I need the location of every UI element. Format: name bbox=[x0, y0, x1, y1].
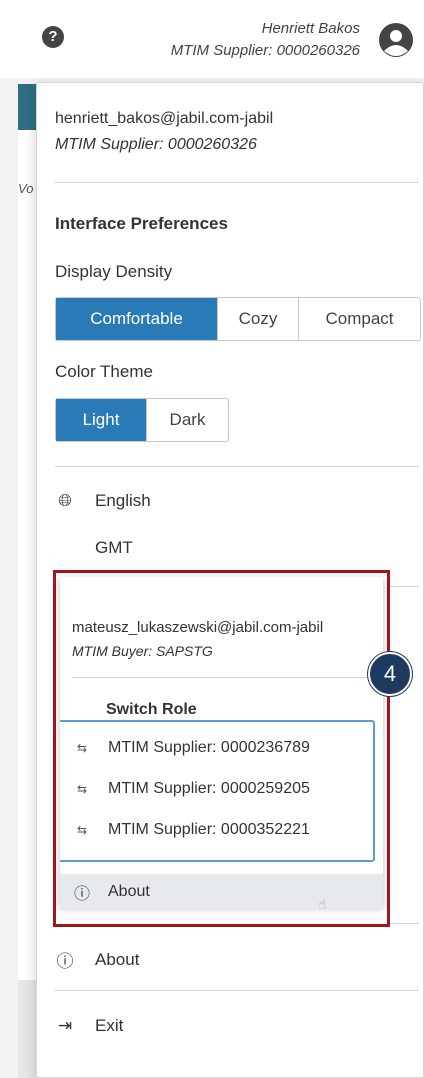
globe-icon: 🌐︎ bbox=[58, 491, 72, 510]
switch-role-heading: Switch Role bbox=[106, 701, 197, 718]
swap-icon: ⇆ bbox=[76, 741, 88, 755]
user-circle-icon[interactable] bbox=[378, 22, 414, 58]
display-density-selector: Comfortable Cozy Compact bbox=[55, 297, 421, 341]
switch-role-list: ⇆ MTIM Supplier: 0000236789 ⇆ MTIM Suppl… bbox=[60, 720, 375, 862]
color-theme-selector: Light Dark bbox=[55, 398, 229, 442]
divider bbox=[72, 677, 372, 678]
interface-preferences-heading: Interface Preferences bbox=[55, 214, 228, 233]
density-compact-button[interactable]: Compact bbox=[299, 298, 420, 340]
mouse-cursor-icon: ☝ bbox=[318, 896, 327, 912]
step-number-badge: 4 bbox=[368, 652, 412, 696]
density-cozy-button[interactable]: Cozy bbox=[218, 298, 299, 340]
sign-out-icon: ⇥ bbox=[57, 1016, 73, 1035]
header-user-role[interactable]: MTIM Supplier: 0000260326 bbox=[171, 42, 360, 59]
switch-role-item[interactable]: ⇆ MTIM Supplier: 0000352221 bbox=[72, 821, 310, 839]
obscured-text: Vo bbox=[18, 181, 34, 196]
divider bbox=[55, 182, 419, 183]
info-circle-icon: ⓘ bbox=[56, 952, 74, 971]
color-theme-label: Color Theme bbox=[55, 362, 153, 381]
exit-label: Exit bbox=[95, 1016, 124, 1035]
divider bbox=[55, 466, 419, 467]
switch-role-item[interactable]: ⇆ MTIM Supplier: 0000236789 bbox=[72, 739, 310, 757]
inset-user-role: MTIM Buyer: SAPSTG bbox=[72, 643, 213, 659]
about-label: About bbox=[95, 949, 140, 969]
theme-light-button[interactable]: Light bbox=[56, 399, 147, 441]
help-icon[interactable]: ? bbox=[42, 26, 64, 48]
switch-role-label: MTIM Supplier: 0000259205 bbox=[108, 780, 310, 797]
switch-role-label: MTIM Supplier: 0000236789 bbox=[108, 739, 310, 756]
about-menu-item[interactable]: ⓘ About bbox=[55, 947, 140, 972]
density-comfortable-button[interactable]: Comfortable bbox=[56, 298, 218, 340]
menu-user-email: henriett_bakos@jabil.com-jabil bbox=[55, 110, 274, 127]
display-density-label: Display Density bbox=[55, 262, 173, 281]
divider bbox=[55, 990, 419, 991]
switch-role-inset: mateusz_lukaszewski@jabil.com-jabil MTIM… bbox=[60, 577, 383, 912]
timezone-menu-item[interactable]: • GMT bbox=[55, 538, 133, 558]
exit-menu-item[interactable]: ⇥ Exit bbox=[55, 1016, 123, 1036]
theme-dark-button[interactable]: Dark bbox=[147, 399, 228, 441]
swap-icon: ⇆ bbox=[76, 782, 88, 796]
language-menu-item[interactable]: 🌐︎ English bbox=[55, 491, 151, 511]
info-circle-icon: ⓘ bbox=[73, 886, 90, 903]
timezone-label: GMT bbox=[95, 538, 133, 557]
inset-user-email: mateusz_lukaszewski@jabil.com-jabil bbox=[72, 619, 324, 636]
inset-about-item[interactable]: ⓘ About bbox=[60, 874, 383, 910]
menu-user-role: MTIM Supplier: 0000260326 bbox=[55, 136, 257, 153]
zoom-highlight-frame: mateusz_lukaszewski@jabil.com-jabil MTIM… bbox=[53, 570, 390, 927]
swap-icon: ⇆ bbox=[76, 823, 88, 837]
inset-about-label: About bbox=[108, 883, 150, 900]
switch-role-label: MTIM Supplier: 0000352221 bbox=[108, 821, 310, 838]
language-label: English bbox=[95, 491, 151, 510]
switch-role-item[interactable]: ⇆ MTIM Supplier: 0000259205 bbox=[72, 780, 310, 798]
header-user-name[interactable]: Henriett Bakos bbox=[262, 20, 360, 37]
